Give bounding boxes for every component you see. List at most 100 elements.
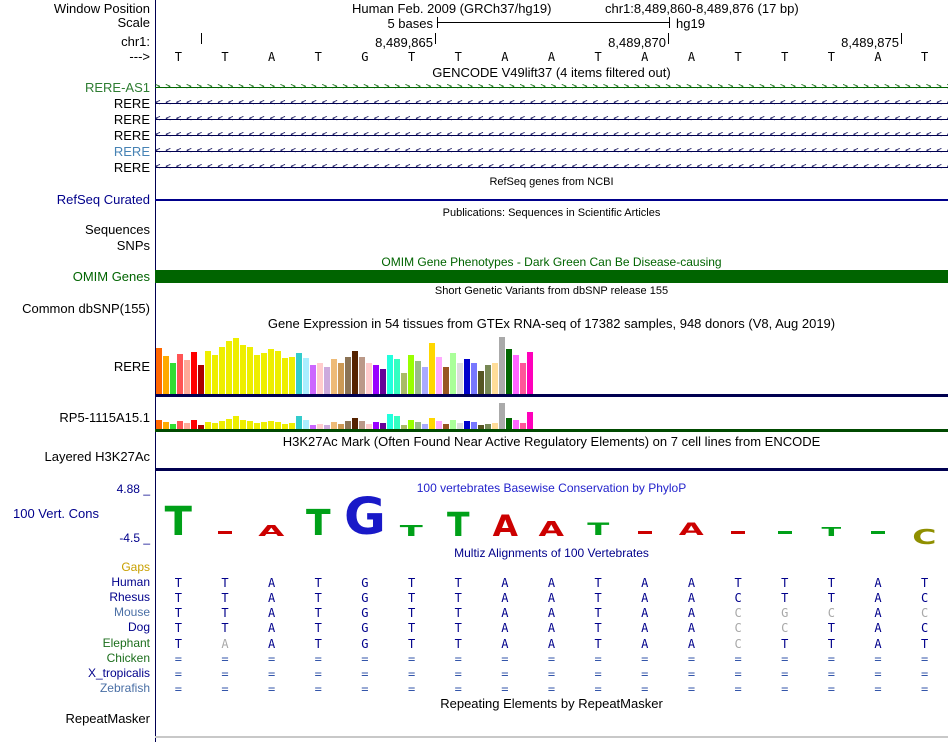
- gtex-rere-bar[interactable]: [408, 355, 414, 394]
- omim-title[interactable]: OMIM Gene Phenotypes - Dark Green Can Be…: [155, 255, 948, 269]
- gtex-rp5-bar[interactable]: [254, 423, 260, 429]
- gtex-rp5-bar[interactable]: [373, 422, 379, 429]
- gtex-rp5-bar[interactable]: [485, 424, 491, 429]
- repeatmasker-title[interactable]: Repeating Elements by RepeatMasker: [155, 696, 948, 711]
- gtex-rere-bar[interactable]: [499, 337, 505, 394]
- gtex-rp5-bar[interactable]: [219, 421, 225, 429]
- track-label-refseq-curated[interactable]: RefSeq Curated: [0, 192, 150, 207]
- gtex-rere-bar[interactable]: [492, 363, 498, 394]
- track-label-species-gaps[interactable]: Gaps: [0, 560, 150, 574]
- gtex-rere-bar[interactable]: [219, 347, 225, 394]
- gtex-rp5-bar[interactable]: [436, 421, 442, 429]
- track-label-chromosome[interactable]: chr1:: [0, 34, 150, 49]
- gtex-rp5-bar[interactable]: [464, 421, 470, 429]
- track-label-strand[interactable]: --->: [0, 49, 150, 64]
- gtex-rp5-bar[interactable]: [520, 423, 526, 429]
- track-label-rp5-1115a15-1[interactable]: RP5-1115A15.1: [0, 410, 150, 425]
- gtex-rere-bar[interactable]: [485, 365, 491, 394]
- gtex-rp5-bar[interactable]: [387, 414, 393, 429]
- dbsnp-title[interactable]: Short Genetic Variants from dbSNP releas…: [155, 285, 948, 297]
- gtex-rere-bar[interactable]: [254, 355, 260, 394]
- gtex-rere-bar[interactable]: [415, 361, 421, 394]
- gtex-rp5-bar[interactable]: [478, 425, 484, 429]
- refseq-curated-track[interactable]: [155, 199, 948, 201]
- track-label-gene-rere-2[interactable]: RERE: [0, 112, 150, 127]
- track-label-sequences[interactable]: Sequences: [0, 222, 150, 237]
- track-label-species-human[interactable]: Human: [0, 575, 150, 589]
- gtex-rere-bar[interactable]: [184, 360, 190, 394]
- gtex-rere-bar[interactable]: [373, 365, 379, 394]
- gtex-rp5-bar[interactable]: [422, 424, 428, 429]
- track-label-gtex-rere[interactable]: RERE: [0, 359, 150, 374]
- gtex-rp5-bar[interactable]: [506, 418, 512, 429]
- gtex-rp5-bar[interactable]: [457, 423, 463, 429]
- gtex-rp5-bar[interactable]: [310, 425, 316, 429]
- gtex-rere-bar[interactable]: [170, 363, 176, 394]
- gtex-rere-bar[interactable]: [478, 371, 484, 394]
- gtex-rp5-bar[interactable]: [275, 422, 281, 429]
- gtex-rp5-bar[interactable]: [156, 420, 162, 429]
- track-label-species-mouse[interactable]: Mouse: [0, 605, 150, 619]
- gtex-rere-bar[interactable]: [191, 352, 197, 394]
- gtex-rp5-bar[interactable]: [233, 416, 239, 429]
- track-label-species-elephant[interactable]: Elephant: [0, 636, 150, 650]
- gtex-rp5-bar[interactable]: [527, 412, 533, 429]
- conservation-title[interactable]: 100 vertebrates Basewise Conservation by…: [155, 481, 948, 495]
- gtex-rp5-bar[interactable]: [352, 418, 358, 429]
- gtex-rere-bar[interactable]: [317, 363, 323, 394]
- track-label-layered-h3k27ac[interactable]: Layered H3K27Ac: [0, 449, 150, 464]
- gtex-rere-bar[interactable]: [366, 363, 372, 394]
- repeatmasker-track[interactable]: [155, 736, 948, 738]
- gtex-rere-bar[interactable]: [296, 353, 302, 394]
- track-label-gene-rere-4[interactable]: RERE: [0, 144, 150, 159]
- gtex-rere-bar[interactable]: [450, 353, 456, 394]
- gtex-rere-bar[interactable]: [177, 354, 183, 394]
- gtex-rere-bar[interactable]: [163, 356, 169, 394]
- gtex-rp5-bar[interactable]: [415, 422, 421, 429]
- multiz-title[interactable]: Multiz Alignments of 100 Vertebrates: [155, 546, 948, 560]
- gtex-rere-bar[interactable]: [338, 363, 344, 394]
- gtex-rere-bar[interactable]: [401, 373, 407, 394]
- gtex-rere-bar[interactable]: [345, 357, 351, 394]
- track-label-gene-rere-1[interactable]: RERE: [0, 96, 150, 111]
- h3k27ac-track[interactable]: [155, 468, 948, 471]
- track-label-window-position[interactable]: Window Position: [0, 1, 150, 16]
- gtex-rp5-bar[interactable]: [163, 422, 169, 429]
- track-label-species-zebrafish[interactable]: Zebrafish: [0, 681, 150, 695]
- track-label-omim-genes[interactable]: OMIM Genes: [0, 269, 150, 284]
- gtex-rp5-bar[interactable]: [513, 420, 519, 429]
- track-label-snps[interactable]: SNPs: [0, 238, 150, 253]
- gtex-rp5-bar[interactable]: [331, 422, 337, 429]
- track-label-species-rhesus[interactable]: Rhesus: [0, 590, 150, 604]
- gtex-rp5-bar[interactable]: [338, 424, 344, 429]
- gtex-rere-bar[interactable]: [289, 357, 295, 394]
- track-label-species-x-tropicalis[interactable]: X_tropicalis: [0, 666, 150, 680]
- gtex-rere-bar[interactable]: [240, 345, 246, 394]
- gtex-rp5-bar[interactable]: [499, 403, 505, 429]
- gtex-rere-bar[interactable]: [212, 355, 218, 394]
- gtex-rp5-bar[interactable]: [450, 420, 456, 429]
- gtex-rere-bar[interactable]: [156, 348, 162, 394]
- gtex-rere-bar[interactable]: [261, 353, 267, 394]
- track-label-cons-name[interactable]: 100 Vert. Cons: [13, 506, 99, 521]
- gtex-rp5-bar[interactable]: [296, 416, 302, 429]
- gtex-rp5-bar[interactable]: [471, 422, 477, 429]
- track-label-gene-rere-as1[interactable]: RERE-AS1: [0, 80, 150, 95]
- track-label-species-chicken[interactable]: Chicken: [0, 651, 150, 665]
- gtex-rp5-bar[interactable]: [317, 424, 323, 429]
- gtex-rere-bar[interactable]: [387, 355, 393, 394]
- gtex-rere-bar[interactable]: [310, 365, 316, 394]
- gtex-rere-bar[interactable]: [233, 338, 239, 394]
- track-label-cons-max[interactable]: 4.88 _: [0, 482, 150, 496]
- gtex-rere-baseline[interactable]: [155, 394, 948, 397]
- gtex-rere-bar[interactable]: [513, 355, 519, 394]
- h3k27ac-title[interactable]: H3K27Ac Mark (Often Found Near Active Re…: [155, 434, 948, 449]
- gtex-rere-bar[interactable]: [471, 363, 477, 394]
- gtex-rere-bar[interactable]: [352, 351, 358, 394]
- gtex-rere-bar[interactable]: [275, 351, 281, 394]
- gtex-rere-bar[interactable]: [198, 365, 204, 394]
- gtex-rp5-bar[interactable]: [240, 420, 246, 429]
- track-label-cons-min[interactable]: -4.5 _: [0, 531, 150, 545]
- gtex-rere-bar[interactable]: [520, 363, 526, 394]
- gtex-rp5-bar[interactable]: [345, 421, 351, 429]
